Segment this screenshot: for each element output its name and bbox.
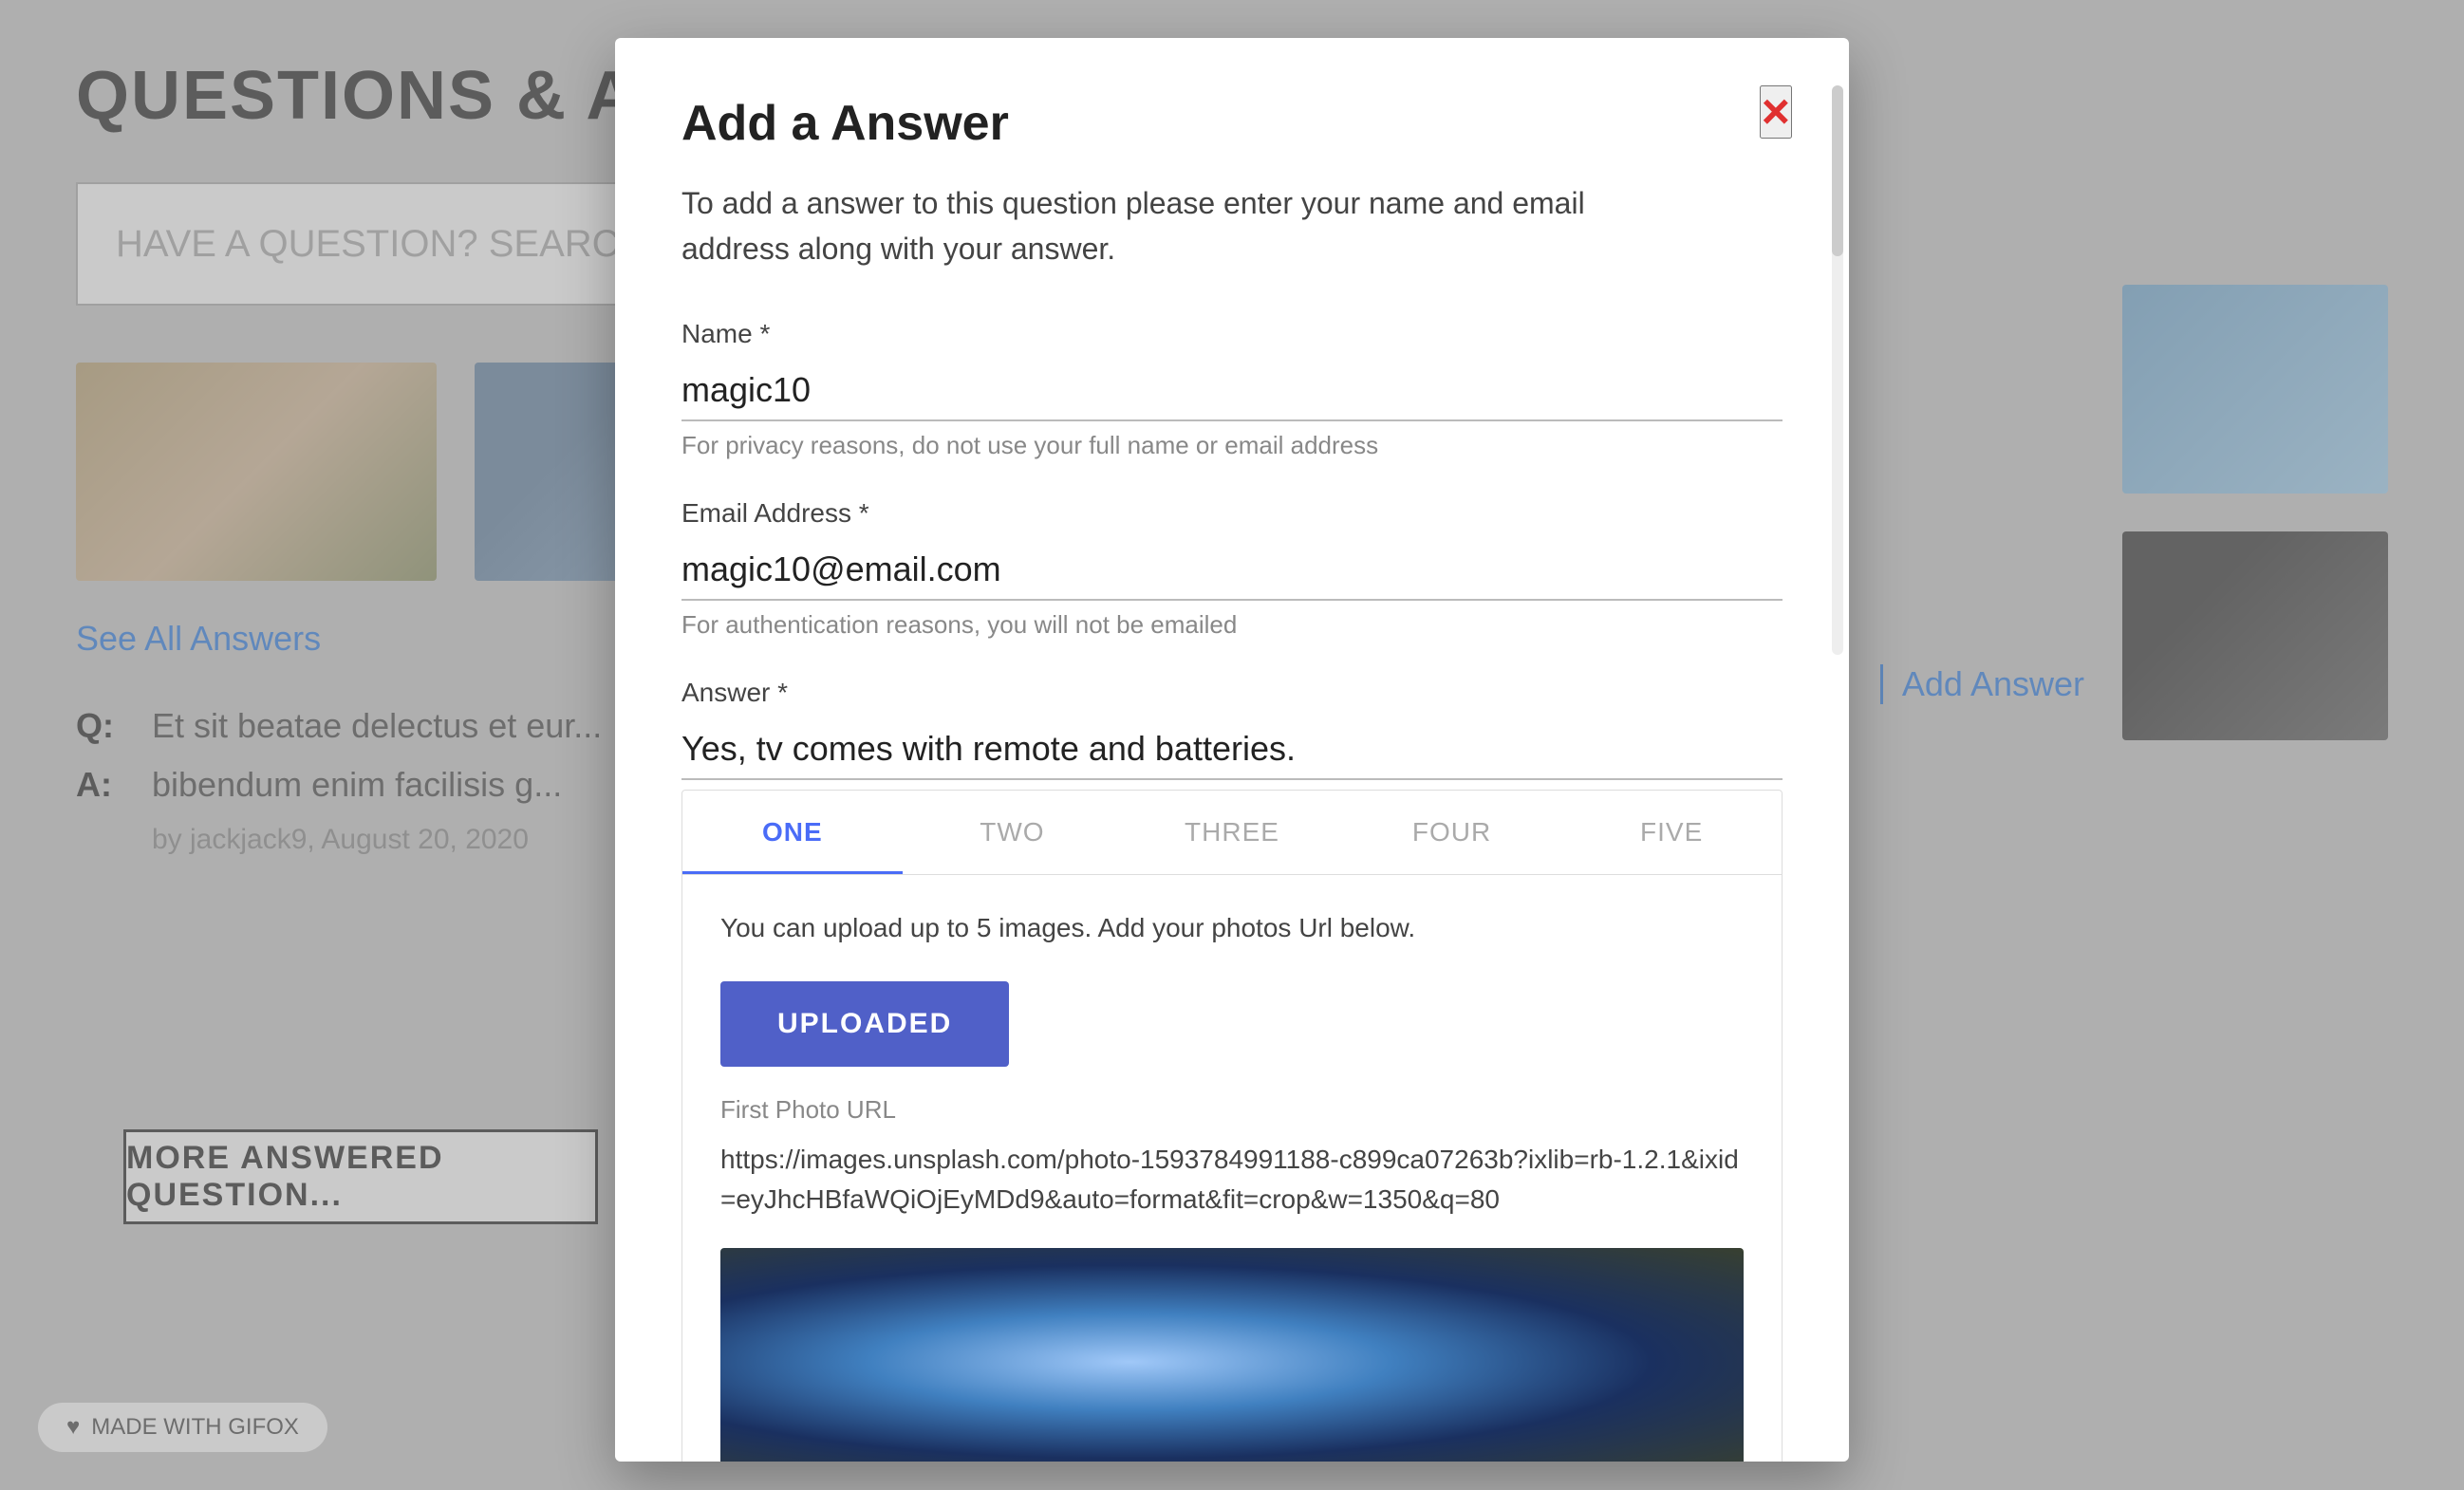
image-preview-inner [720,1248,1744,1462]
upload-hint: You can upload up to 5 images. Add your … [720,913,1744,943]
name-input[interactable] [681,361,1783,421]
photo-url-text: https://images.unsplash.com/photo-159378… [720,1140,1744,1220]
name-hint: For privacy reasons, do not use your ful… [681,431,1783,460]
name-field-label: Name * [681,319,1783,349]
scrollbar-thumb [1832,85,1843,256]
email-field-label: Email Address * [681,498,1783,529]
modal-title: Add a Answer [681,95,1783,152]
tab-three[interactable]: THREE [1122,791,1342,874]
photo-url-label: First Photo URL [720,1095,1744,1125]
uploaded-button[interactable]: UPLOADED [720,981,1009,1067]
answer-input[interactable] [681,719,1783,780]
modal: Add a Answer × To add a answer to this q… [615,38,1849,1462]
image-tabs: ONE TWO THREE FOUR FIVE You can upload u… [681,790,1783,1462]
modal-close-button[interactable]: × [1760,85,1792,139]
image-preview [720,1248,1744,1462]
tab-content: You can upload up to 5 images. Add your … [682,875,1782,1462]
answer-field-label: Answer * [681,678,1783,708]
modal-scrollbar[interactable] [1832,85,1843,655]
tab-five[interactable]: FIVE [1561,791,1782,874]
tab-one[interactable]: ONE [682,791,903,874]
tab-four[interactable]: FOUR [1342,791,1562,874]
email-hint: For authentication reasons, you will not… [681,610,1783,640]
email-input[interactable] [681,540,1783,601]
modal-overlay: Add a Answer × To add a answer to this q… [0,0,2464,1490]
modal-description: To add a answer to this question please … [681,180,1631,271]
tab-two[interactable]: TWO [903,791,1123,874]
tabs-row: ONE TWO THREE FOUR FIVE [682,791,1782,875]
